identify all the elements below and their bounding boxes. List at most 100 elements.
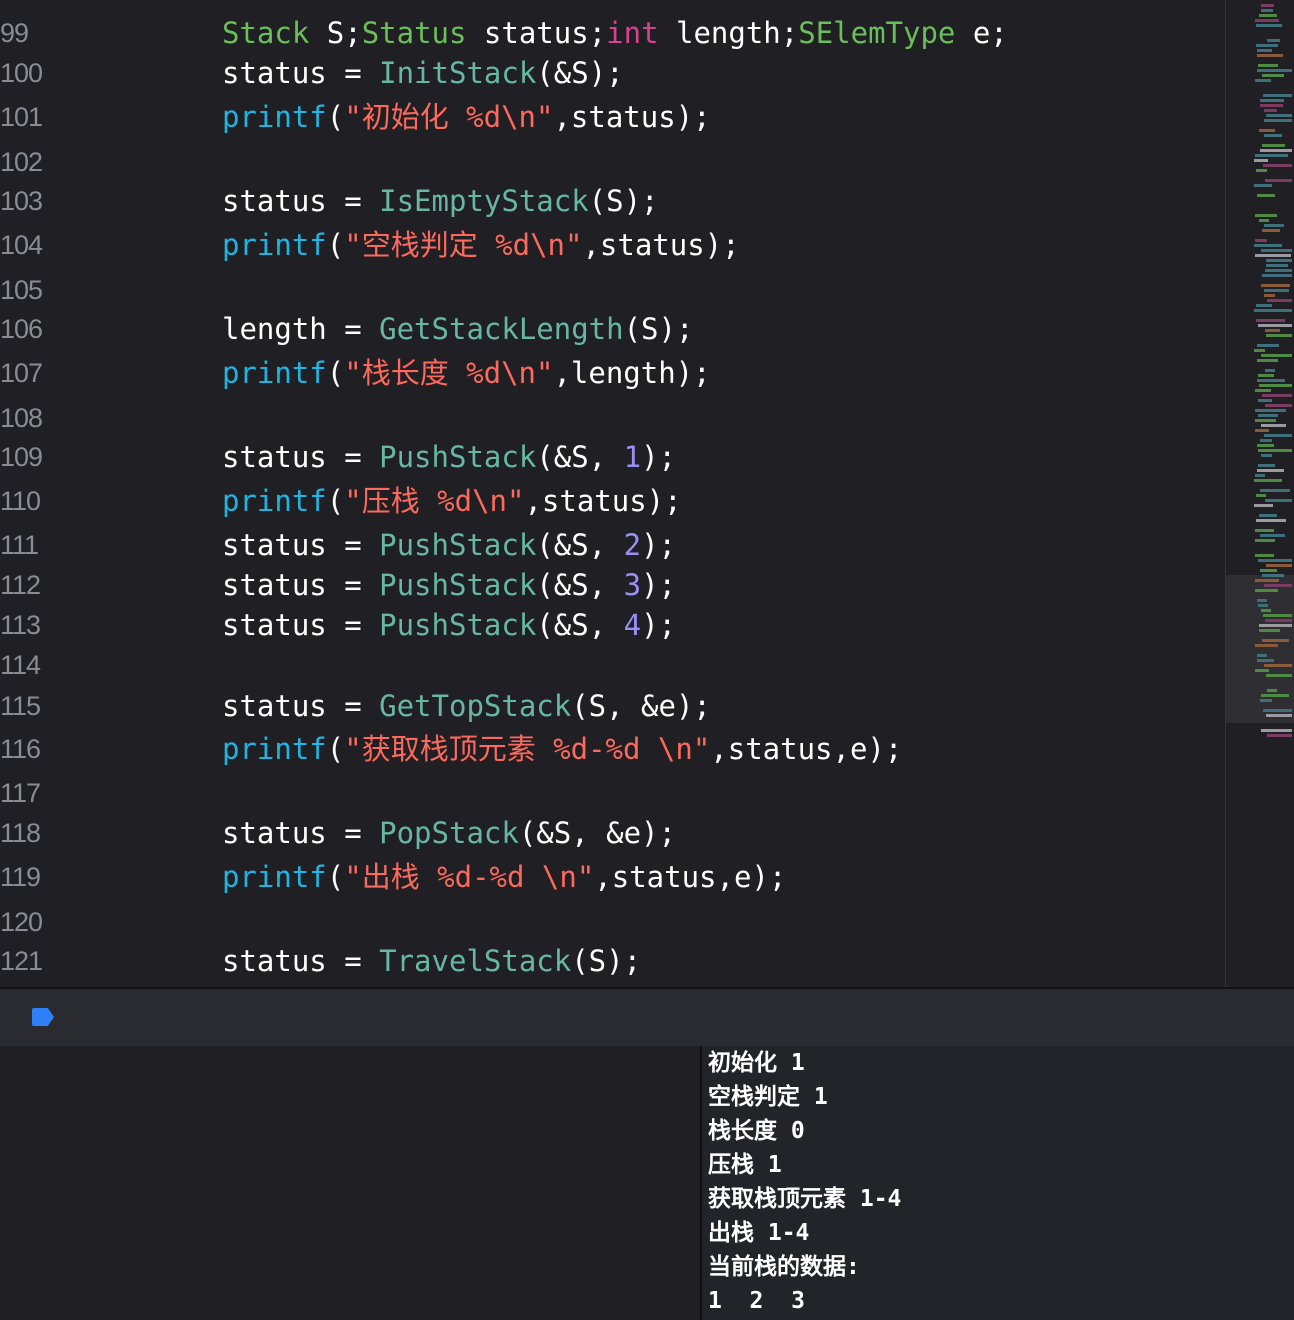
minimap-line <box>1266 714 1292 717</box>
code-token: status = <box>222 944 380 978</box>
code-line[interactable]: 99 Stack S;Status status;int length;SElem… <box>0 13 1225 53</box>
code-line[interactable]: 100 status = InitStack(&S); <box>0 53 1225 93</box>
minimap-line <box>1254 159 1268 162</box>
line-number[interactable]: 116 <box>0 729 44 769</box>
code-text[interactable]: status = PushStack(&S, 4); <box>222 605 676 645</box>
minimap-line <box>1258 374 1274 377</box>
code-text[interactable]: status = PopStack(&S, &e); <box>222 813 676 853</box>
code-line[interactable]: 103 status = IsEmptyStack(S); <box>0 181 1225 221</box>
code-token: ); <box>641 528 676 562</box>
line-number[interactable]: 110 <box>0 481 44 521</box>
code-line[interactable]: 121 status = TravelStack(S); <box>0 941 1225 981</box>
code-line[interactable]: 111 status = PushStack(&S, 2); <box>0 525 1225 565</box>
code-token: 4 <box>623 608 642 642</box>
code-text[interactable]: printf("空栈判定 %d\n",status); <box>222 225 740 265</box>
minimap-line <box>1265 179 1292 182</box>
minimap-line <box>1260 534 1285 537</box>
code-line[interactable]: 108 <box>0 398 1225 438</box>
line-number[interactable]: 114 <box>0 645 44 685</box>
minimap-line <box>1264 294 1275 297</box>
line-number[interactable]: 103 <box>0 181 44 221</box>
minimap-line <box>1255 214 1277 217</box>
code-text[interactable]: printf("栈长度 %d\n",length); <box>222 353 711 393</box>
minimap-line <box>1255 644 1278 647</box>
code-line[interactable]: 120 <box>0 902 1225 942</box>
code-text[interactable]: printf("出栈 %d-%d \n",status,e); <box>222 857 786 897</box>
minimap-line <box>1264 119 1292 122</box>
minimap-line <box>1263 709 1292 712</box>
code-text[interactable]: status = TravelStack(S); <box>222 941 641 981</box>
minimap[interactable] <box>1225 0 1294 987</box>
console-output[interactable]: 初始化 1 空栈判定 1 栈长度 0 压栈 1 获取栈顶元素 1-4 出栈 1-4 当前栈的… <box>700 1046 1294 1320</box>
code-token: (&S, <box>536 528 624 562</box>
code-line[interactable]: 110 printf("压栈 %d\n",status); <box>0 481 1225 521</box>
code-token: ,length); <box>553 356 711 390</box>
minimap-line <box>1266 334 1292 337</box>
code-line[interactable]: 109 status = PushStack(&S, 1); <box>0 437 1225 477</box>
code-line[interactable]: 104 printf("空栈判定 %d\n",status); <box>0 225 1225 265</box>
code-text[interactable]: status = PushStack(&S, 3); <box>222 565 676 605</box>
line-number[interactable]: 105 <box>0 270 44 310</box>
line-number[interactable]: 106 <box>0 309 44 349</box>
code-editor[interactable]: 99 Stack S;Status status;int length;SElem… <box>0 0 1225 987</box>
line-number[interactable]: 111 <box>0 525 44 565</box>
line-number[interactable]: 104 <box>0 225 44 265</box>
line-number[interactable]: 118 <box>0 813 44 853</box>
line-number[interactable]: 120 <box>0 902 44 942</box>
code-token: Stack <box>222 16 310 50</box>
variables-pane[interactable] <box>0 1046 700 1320</box>
minimap-line <box>1255 554 1274 557</box>
code-line[interactable]: 106 length = GetStackLength(S); <box>0 309 1225 349</box>
code-text[interactable]: status = PushStack(&S, 1); <box>222 437 676 477</box>
code-line[interactable]: 105 <box>0 270 1225 310</box>
code-line[interactable]: 117 <box>0 773 1225 813</box>
code-text[interactable]: status = InitStack(&S); <box>222 53 624 93</box>
code-text[interactable]: Stack S;Status status;int length;SElemTy… <box>222 13 1008 53</box>
breakpoint-arrow-icon[interactable] <box>32 1008 54 1026</box>
minimap-line <box>1262 229 1280 232</box>
code-text[interactable]: status = IsEmptyStack(S); <box>222 181 659 221</box>
minimap-line <box>1266 259 1292 262</box>
code-line[interactable]: 107 printf("栈长度 %d\n",length); <box>0 353 1225 393</box>
code-token: (S); <box>571 944 642 978</box>
minimap-line <box>1266 264 1288 267</box>
code-line[interactable]: 112 status = PushStack(&S, 3); <box>0 565 1225 605</box>
code-line[interactable]: 102 <box>0 142 1225 182</box>
code-text[interactable]: printf("获取栈顶元素 %d-%d \n",status,e); <box>222 729 902 769</box>
code-token: length; <box>658 16 799 50</box>
line-number[interactable]: 107 <box>0 353 44 393</box>
code-text[interactable]: printf("压栈 %d\n",status); <box>222 481 682 521</box>
code-token: status = <box>222 689 380 723</box>
minimap-line <box>1256 494 1266 497</box>
line-number[interactable]: 109 <box>0 437 44 477</box>
line-number[interactable]: 117 <box>0 773 44 813</box>
line-number[interactable]: 101 <box>0 97 44 137</box>
line-number[interactable]: 108 <box>0 398 44 438</box>
code-text[interactable]: status = PushStack(&S, 2); <box>222 525 676 565</box>
code-line[interactable]: 114 <box>0 645 1225 685</box>
line-number[interactable]: 100 <box>0 53 44 93</box>
line-number[interactable]: 102 <box>0 142 44 182</box>
code-line[interactable]: 115 status = GetTopStack(S, &e); <box>0 686 1225 726</box>
code-line[interactable]: 116 printf("获取栈顶元素 %d-%d \n",status,e); <box>0 729 1225 769</box>
code-text[interactable]: printf("初始化 %d\n",status); <box>222 97 711 137</box>
line-number[interactable]: 119 <box>0 857 44 897</box>
minimap-line <box>1257 444 1274 447</box>
code-line[interactable]: 118 status = PopStack(&S, &e); <box>0 813 1225 853</box>
line-number[interactable]: 99 <box>0 13 44 53</box>
code-token: printf <box>222 356 327 390</box>
code-text[interactable]: status = GetTopStack(S, &e); <box>222 686 711 726</box>
line-number[interactable]: 115 <box>0 686 44 726</box>
line-number[interactable]: 121 <box>0 941 44 981</box>
minimap-line <box>1262 574 1284 577</box>
code-line[interactable]: 101 printf("初始化 %d\n",status); <box>0 97 1225 137</box>
code-line[interactable]: 113 status = PushStack(&S, 4); <box>0 605 1225 645</box>
minimap-line <box>1257 599 1267 602</box>
line-number[interactable]: 113 <box>0 605 44 645</box>
line-number[interactable]: 112 <box>0 565 44 605</box>
code-text[interactable]: length = GetStackLength(S); <box>222 309 693 349</box>
minimap-line <box>1267 39 1280 42</box>
code-line[interactable]: 119 printf("出栈 %d-%d \n",status,e); <box>0 857 1225 897</box>
minimap-line <box>1257 469 1284 472</box>
code-token: status; <box>466 16 607 50</box>
